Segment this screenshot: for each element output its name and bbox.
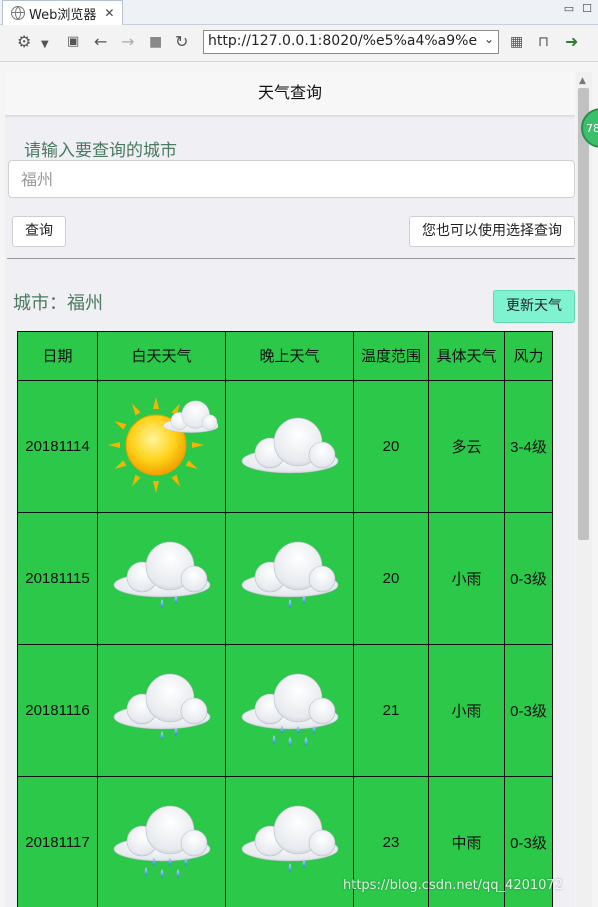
header-night-weather: 晚上天气 bbox=[225, 331, 354, 381]
globe-icon bbox=[11, 6, 25, 20]
query-button[interactable]: 查询 bbox=[12, 216, 66, 247]
city-prompt-label: 请输入要查询的城市 bbox=[24, 141, 177, 161]
light-rain-icon bbox=[241, 805, 338, 872]
header-weather-desc: 具体天气 bbox=[428, 331, 505, 381]
back-icon[interactable]: ← bbox=[94, 33, 107, 51]
cloudy-icon bbox=[241, 417, 338, 473]
watermark-text: https://blog.csdn.net/qq_4201072 bbox=[343, 878, 563, 893]
maximize-icon[interactable]: ☐ bbox=[582, 2, 592, 15]
browser-tab[interactable]: Web浏览器 ✕ bbox=[2, 0, 124, 25]
sunny-cloudy-icon bbox=[107, 396, 218, 493]
light-rain-icon bbox=[113, 541, 210, 608]
page-viewport: 天气查询 请输入要查询的城市 查询 您也可以使用选择查询 城市：福州 更新天气 … bbox=[5, 72, 575, 907]
gear-icon[interactable]: ⚙ bbox=[17, 33, 31, 51]
cell-date: 20181115 bbox=[17, 512, 98, 645]
minimize-icon[interactable]: ▭ bbox=[564, 2, 574, 15]
city-input[interactable] bbox=[8, 160, 575, 198]
header-day-weather: 白天天气 bbox=[97, 331, 226, 381]
page-title: 天气查询 bbox=[5, 72, 575, 116]
terminal-icon[interactable]: ▣ bbox=[67, 33, 79, 51]
light-rain-icon bbox=[113, 673, 210, 740]
tab-title: Web浏览器 bbox=[29, 7, 97, 23]
url-bar[interactable]: http://127.0.0.1:8020/%e5%a4%a9%e ⌄ bbox=[203, 30, 499, 54]
window-controls: ▭ ☐ bbox=[564, 2, 592, 15]
cell-date: 20181116 bbox=[17, 644, 98, 777]
header-temp-range: 温度范围 bbox=[353, 331, 429, 381]
table-header-row: 日期 白天天气 晚上天气 温度范围 具体天气 风力 bbox=[17, 331, 553, 381]
browser-toolbar: ⚙ ▼ ▣ ← → ■ ↻ http://127.0.0.1:8020/%e5%… bbox=[0, 25, 598, 62]
cell-night-icon bbox=[225, 380, 354, 513]
cell-desc: 小雨 bbox=[428, 512, 505, 645]
stop-icon[interactable]: ■ bbox=[149, 33, 162, 51]
moderate-rain-icon bbox=[113, 805, 210, 878]
cell-wind: 3-4级 bbox=[504, 380, 553, 513]
refresh-icon[interactable]: ↻ bbox=[175, 33, 188, 51]
weather-table: 日期 白天天气 晚上天气 温度范围 具体天气 风力 20181114 20 多云… bbox=[17, 331, 553, 907]
close-tab-icon[interactable]: ✕ bbox=[104, 6, 114, 20]
moderate-rain-icon bbox=[241, 673, 338, 746]
table-row: 20181115 20 小雨 0-3级 bbox=[17, 512, 553, 645]
cell-wind: 0-3级 bbox=[504, 644, 553, 777]
vertical-scrollbar[interactable]: ▲ bbox=[576, 72, 592, 907]
cell-desc: 多云 bbox=[428, 380, 505, 513]
table-row: 20181114 20 多云 3-4级 bbox=[17, 380, 553, 513]
browser-tab-bar: Web浏览器 ✕ ▭ ☐ bbox=[0, 0, 598, 25]
go-icon[interactable]: ➜ bbox=[565, 33, 578, 51]
cell-day-icon bbox=[97, 380, 226, 513]
table-row: 20181116 21 小雨 0-3级 bbox=[17, 644, 553, 777]
cell-temp: 20 bbox=[353, 380, 429, 513]
cell-wind: 0-3级 bbox=[504, 512, 553, 645]
forward-icon[interactable]: → bbox=[121, 33, 134, 51]
select-query-button[interactable]: 您也可以使用选择查询 bbox=[409, 216, 575, 247]
header-date: 日期 bbox=[17, 331, 98, 381]
update-weather-button[interactable]: 更新天气 bbox=[493, 290, 575, 323]
cell-day-icon bbox=[97, 512, 226, 645]
cell-night-icon bbox=[225, 512, 354, 645]
url-text: http://127.0.0.1:8020/%e5%a4%a9%e bbox=[208, 33, 478, 49]
chevron-down-icon[interactable]: ▼ bbox=[41, 36, 49, 54]
cell-temp: 21 bbox=[353, 644, 429, 777]
scroll-up-icon[interactable]: ▲ bbox=[579, 76, 586, 86]
lock-icon[interactable]: ⊓ bbox=[538, 33, 549, 51]
cell-temp: 20 bbox=[353, 512, 429, 645]
divider bbox=[7, 258, 575, 259]
cell-date: 20181114 bbox=[17, 380, 98, 513]
url-dropdown-icon[interactable]: ⌄ bbox=[484, 32, 494, 46]
light-rain-icon bbox=[241, 541, 338, 608]
scrollbar-thumb[interactable] bbox=[578, 88, 589, 540]
current-city-label: 城市：福州 bbox=[13, 293, 103, 314]
cell-day-icon bbox=[97, 776, 226, 907]
cell-date: 20181117 bbox=[17, 776, 98, 907]
qr-code-icon[interactable]: ▦ bbox=[510, 33, 523, 51]
cell-desc: 小雨 bbox=[428, 644, 505, 777]
cell-night-icon bbox=[225, 776, 354, 907]
cell-day-icon bbox=[97, 644, 226, 777]
header-wind: 风力 bbox=[504, 331, 553, 381]
cell-night-icon bbox=[225, 644, 354, 777]
